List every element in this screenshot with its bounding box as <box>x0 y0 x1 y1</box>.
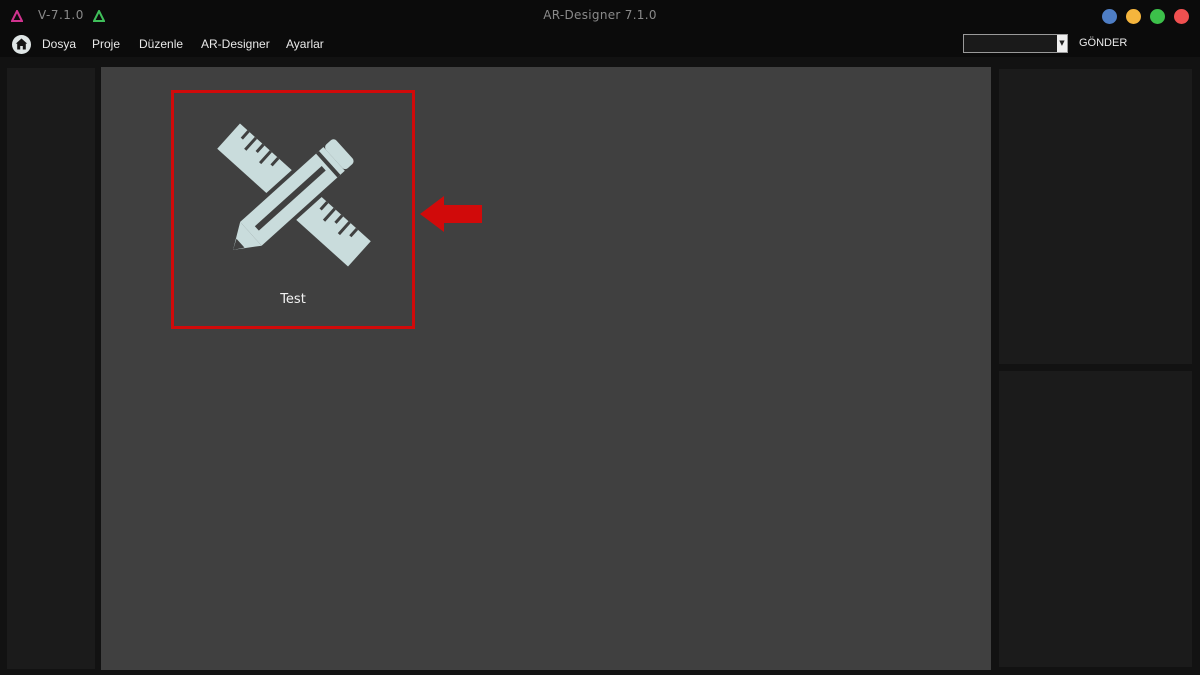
pencil-ruler-icon <box>217 123 371 267</box>
title-bar: V-7.1.0 AR-Designer 7.1.0 <box>0 0 1200 33</box>
send-target-select[interactable]: ▼ <box>963 34 1068 53</box>
right-panel-top <box>999 69 1192 364</box>
menu-item-ayarlar[interactable]: Ayarlar <box>286 37 324 51</box>
home-icon <box>15 38 28 50</box>
project-label: Test <box>280 292 306 307</box>
blue-window-button[interactable] <box>1102 9 1117 24</box>
window-title: AR-Designer 7.1.0 <box>543 8 657 22</box>
right-panel-bottom <box>999 371 1192 667</box>
left-panel <box>7 68 95 669</box>
menu-item-ar-designer[interactable]: AR-Designer <box>201 37 270 51</box>
home-button[interactable] <box>12 35 31 54</box>
red-arrow-left-icon <box>420 196 482 232</box>
menu-item-duzenle[interactable]: Düzenle <box>139 37 183 51</box>
app-window: V-7.1.0 AR-Designer 7.1.0 Dosya Proje Dü… <box>0 0 1200 675</box>
menu-item-proje[interactable]: Proje <box>92 37 120 51</box>
chevron-down-icon[interactable]: ▼ <box>1057 35 1067 52</box>
send-button[interactable]: GÖNDER <box>1079 37 1127 49</box>
close-button[interactable] <box>1174 9 1189 24</box>
minimize-button[interactable] <box>1126 9 1141 24</box>
menu-bar: Dosya Proje Düzenle AR-Designer Ayarlar … <box>0 33 1200 57</box>
project-tile-test[interactable]: Test <box>171 90 415 329</box>
maximize-button[interactable] <box>1150 9 1165 24</box>
menu-item-dosya[interactable]: Dosya <box>42 37 76 51</box>
